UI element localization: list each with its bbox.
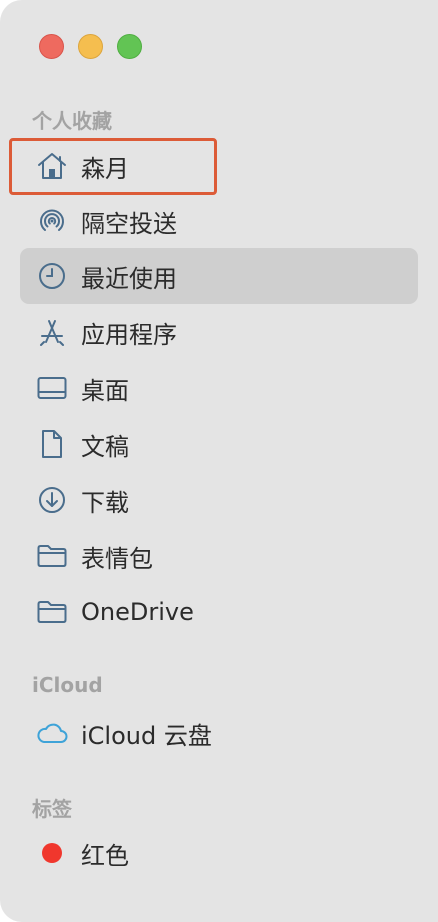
window-controls	[39, 34, 142, 59]
sidebar-item-label: 红色	[81, 841, 129, 870]
sidebar-item-documents[interactable]: 文稿	[20, 416, 418, 472]
minimize-button[interactable]	[78, 34, 103, 59]
sidebar-item-label: 应用程序	[81, 320, 177, 349]
sidebar-item-airdrop[interactable]: 隔空投送	[20, 193, 418, 249]
sidebar-item-label: 文稿	[81, 432, 129, 461]
section-header-favorites: 个人收藏	[32, 109, 112, 133]
sidebar-item-label: OneDrive	[81, 598, 194, 626]
home-icon	[36, 150, 68, 182]
section-header-tags: 标签	[32, 797, 72, 821]
clock-icon	[36, 260, 68, 292]
finder-sidebar: 个人收藏 森月 隔空投送 最近使用 应用程序 桌面 文稿 下载 表情包 OneD…	[0, 0, 438, 922]
desktop-icon	[36, 372, 68, 404]
sidebar-item-folder-emoji[interactable]: 表情包	[20, 528, 418, 584]
sidebar-item-recents[interactable]: 最近使用	[20, 248, 418, 304]
folder-icon	[36, 540, 68, 572]
cloud-icon	[36, 717, 68, 749]
sidebar-item-label: 森月	[81, 154, 129, 183]
sidebar-item-label: 桌面	[81, 376, 129, 405]
sidebar-item-label: 下载	[81, 488, 129, 517]
applications-icon	[36, 316, 68, 348]
folder-icon	[36, 596, 68, 628]
red-tag-dot	[36, 837, 68, 869]
sidebar-item-home[interactable]: 森月	[20, 138, 418, 194]
sidebar-item-desktop[interactable]: 桌面	[20, 360, 418, 416]
sidebar-item-label: 最近使用	[81, 264, 177, 293]
zoom-button[interactable]	[117, 34, 142, 59]
sidebar-item-onedrive[interactable]: OneDrive	[20, 584, 418, 640]
document-icon	[36, 428, 68, 460]
sidebar-item-icloud-drive[interactable]: iCloud 云盘	[20, 705, 418, 761]
sidebar-item-label: 表情包	[81, 544, 153, 573]
download-icon	[36, 484, 68, 516]
sidebar-item-applications[interactable]: 应用程序	[20, 304, 418, 360]
sidebar-item-downloads[interactable]: 下载	[20, 472, 418, 528]
close-button[interactable]	[39, 34, 64, 59]
section-header-icloud: iCloud	[32, 673, 103, 697]
sidebar-item-label: 隔空投送	[81, 209, 177, 238]
sidebar-item-tag-red[interactable]: 红色	[20, 825, 418, 881]
airdrop-icon	[36, 205, 68, 237]
sidebar-item-label: iCloud 云盘	[81, 721, 212, 750]
